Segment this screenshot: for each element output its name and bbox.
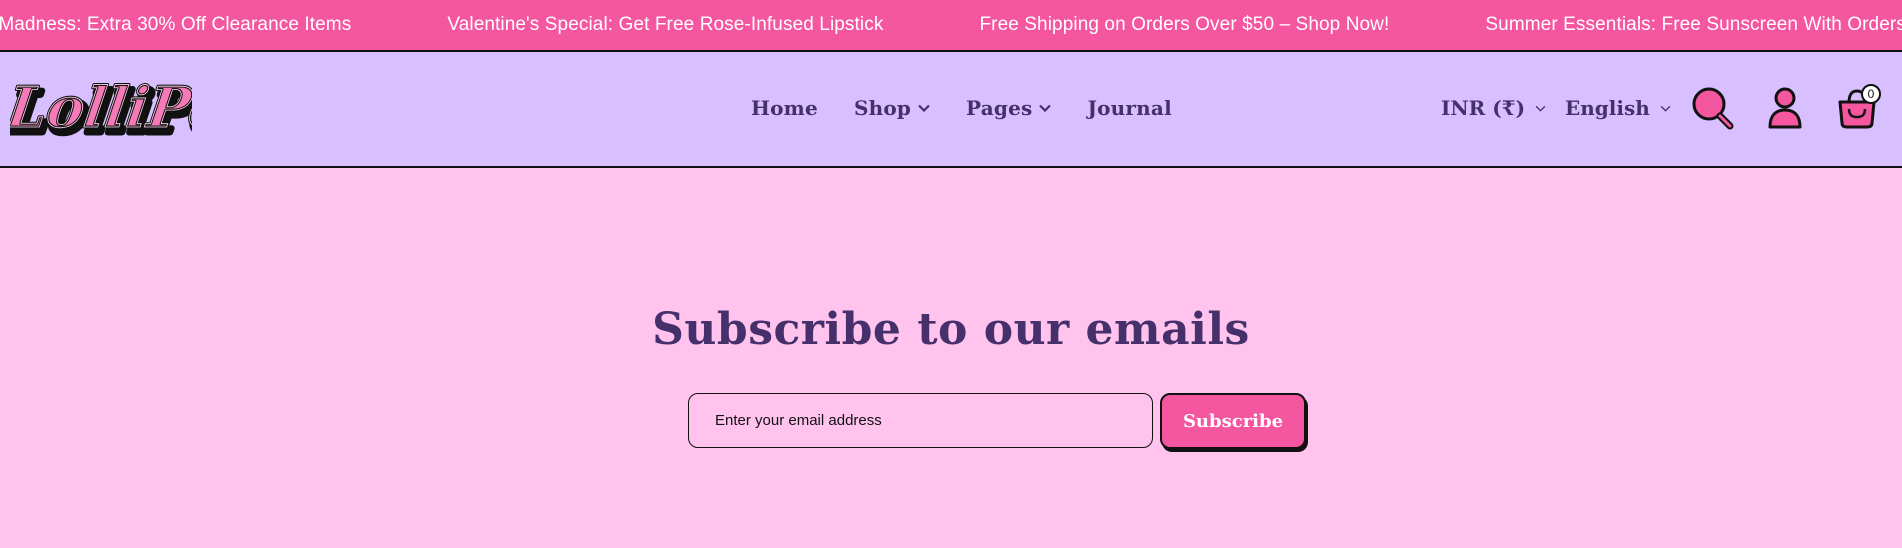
svg-text:LolliPop: LolliPop xyxy=(10,75,192,141)
nav-home-label: Home xyxy=(751,96,818,120)
site-header: LolliPop LolliPop LolliPop Home Shop Pag… xyxy=(0,52,1902,168)
chevron-down-icon xyxy=(1535,105,1546,112)
announcement-track: Flash Madness: Extra 30% Off Clearance I… xyxy=(0,0,1902,50)
cart-count-badge: 0 xyxy=(1861,84,1881,104)
nav-journal[interactable]: Journal xyxy=(1087,96,1171,120)
announcement-item[interactable]: Free Shipping on Orders Over $50 – Shop … xyxy=(979,14,1389,36)
currency-label: INR (₹) xyxy=(1441,96,1526,120)
language-selector[interactable]: English xyxy=(1565,96,1671,120)
nav-journal-label: Journal xyxy=(1087,96,1172,120)
newsletter-title: Subscribe to our emails xyxy=(652,304,1250,355)
nav-pages[interactable]: Pages xyxy=(966,96,1052,120)
chevron-down-icon xyxy=(918,104,930,112)
search-button[interactable] xyxy=(1690,85,1736,131)
chevron-down-icon xyxy=(1039,104,1052,112)
main-nav: Home Shop Pages Journal xyxy=(751,96,1208,120)
announcement-item[interactable]: Valentine's Special: Get Free Rose-Infus… xyxy=(447,14,883,36)
currency-selector[interactable]: INR (₹) xyxy=(1441,96,1546,120)
site-logo[interactable]: LolliPop LolliPop LolliPop xyxy=(0,64,277,154)
announcement-item[interactable]: Flash Madness: Extra 30% Off Clearance I… xyxy=(0,14,351,36)
nav-pages-label: Pages xyxy=(966,96,1033,120)
nav-shop[interactable]: Shop xyxy=(854,96,930,120)
announcement-bar: Flash Madness: Extra 30% Off Clearance I… xyxy=(0,0,1902,52)
email-field-wrapper xyxy=(688,393,1153,448)
language-label: English xyxy=(1565,96,1650,120)
search-icon xyxy=(1692,87,1734,130)
nav-shop-label: Shop xyxy=(853,96,912,120)
chevron-down-icon xyxy=(1660,105,1671,112)
newsletter-section: Subscribe to our emails Subscribe xyxy=(0,170,1902,548)
subscribe-button[interactable]: Subscribe xyxy=(1160,393,1306,449)
lollipop-logo-icon: LolliPop LolliPop LolliPop xyxy=(0,74,277,150)
email-field[interactable] xyxy=(715,412,1152,429)
announcement-item[interactable]: Summer Essentials: Free Sunscreen With O… xyxy=(1485,14,1902,36)
nav-home[interactable]: Home xyxy=(751,96,818,120)
account-icon xyxy=(1768,87,1802,129)
account-button[interactable] xyxy=(1762,85,1808,131)
